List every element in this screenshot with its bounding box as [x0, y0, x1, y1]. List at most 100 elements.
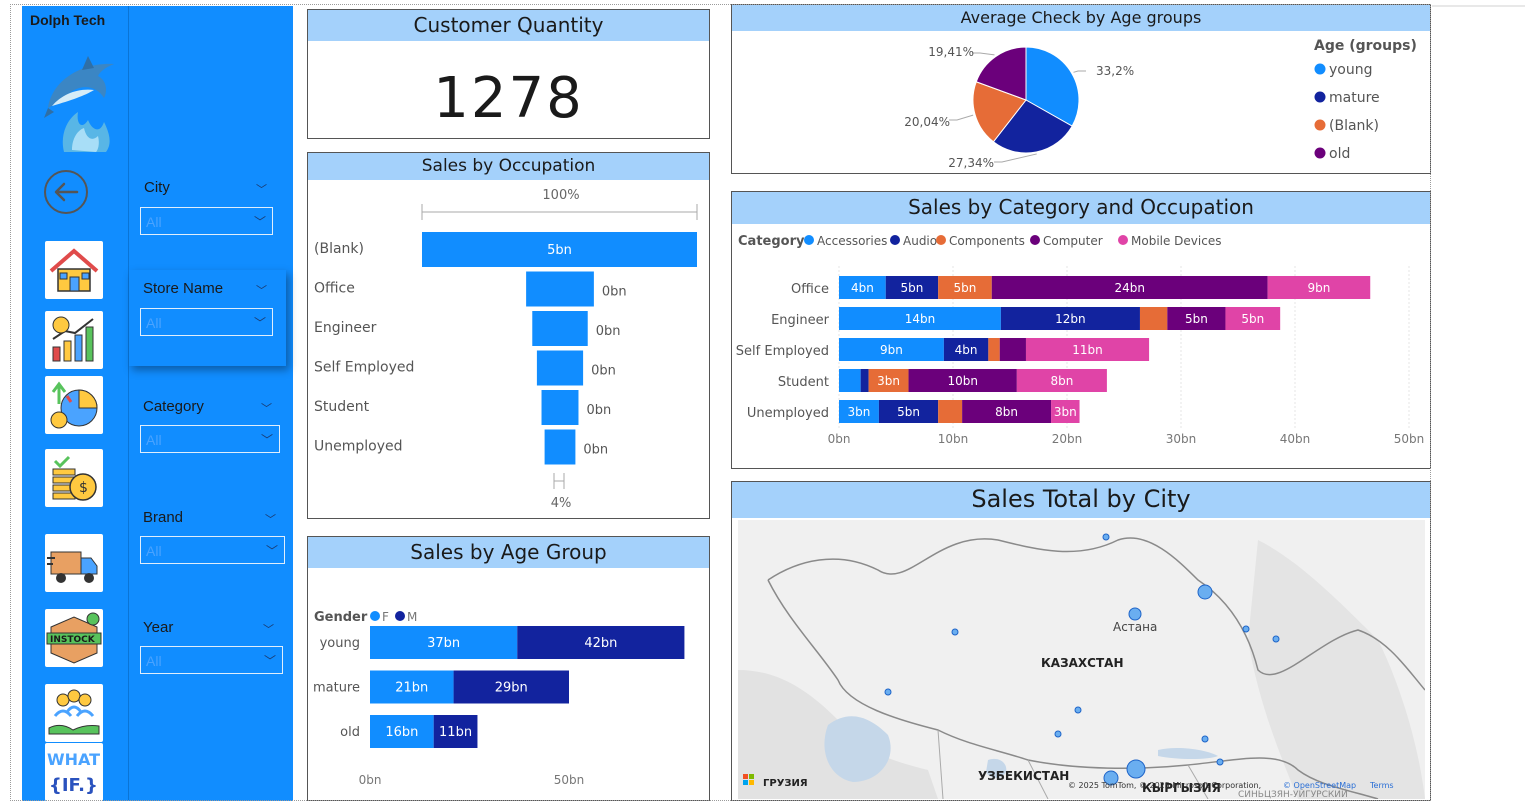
- sales-total-by-city-panel[interactable]: Sales Total by City Астана КАЗАХСТАН УЗБ…: [731, 481, 1431, 801]
- terms-link[interactable]: Terms: [1369, 781, 1394, 790]
- legend-label-mobile-devices[interactable]: Mobile Devices: [1131, 234, 1221, 248]
- legend-label-components[interactable]: Components: [949, 234, 1025, 248]
- occupation-bar[interactable]: [544, 429, 576, 465]
- category-bar-label: 4bn: [955, 343, 978, 357]
- city-bubble[interactable]: [1197, 584, 1213, 600]
- age-label-young: young: [320, 636, 360, 651]
- customer-quantity-card[interactable]: Customer Quantity 1278: [307, 9, 710, 139]
- chevron-down-icon[interactable]: ﹀: [265, 511, 276, 527]
- store-name-filter: Store Name ﹀: [143, 280, 267, 297]
- city-bubble[interactable]: [1128, 607, 1142, 621]
- year-dropdown[interactable]: All ﹀: [140, 646, 283, 674]
- city-map[interactable]: Астана КАЗАХСТАН УЗБЕКИСТАН КЫРГЫЗИЯ СИН…: [738, 520, 1425, 799]
- city-bubble[interactable]: [1126, 759, 1146, 779]
- legend-dot-accessories: [804, 235, 814, 245]
- delivery-truck-icon[interactable]: [45, 534, 103, 592]
- pie-slice-label: 27,34%: [948, 156, 994, 170]
- legend-label-accessories[interactable]: Accessories: [817, 234, 887, 248]
- city-dropdown[interactable]: All ﹀: [140, 207, 273, 235]
- legend-label-audio[interactable]: Audio: [903, 234, 937, 248]
- sales-by-occupation-panel[interactable]: Sales by Occupation 100% 4% (Blank) 5bn Of…: [307, 152, 710, 519]
- category-bar-label: 3bn: [877, 374, 900, 388]
- category-bar-segment[interactable]: [1139, 307, 1168, 330]
- occupation-label-unemployed: Unemployed: [747, 406, 829, 421]
- category-bar-label: 14bn: [905, 312, 936, 326]
- chevron-down-icon[interactable]: ﹀: [256, 181, 267, 197]
- pie-chart-icon[interactable]: [45, 376, 103, 434]
- category-bar-segment[interactable]: [839, 369, 861, 392]
- category-dropdown[interactable]: All ﹀: [140, 425, 280, 453]
- funnel-min-label: 4%: [551, 496, 572, 511]
- city-bubble[interactable]: [1054, 730, 1062, 738]
- instock-box-icon[interactable]: INSTOCK: [45, 609, 103, 667]
- customers-icon[interactable]: [45, 684, 103, 742]
- category-bar-segment[interactable]: [988, 338, 1000, 361]
- legend-label-m[interactable]: M: [407, 610, 417, 624]
- category-bar-label: 24bn: [1114, 281, 1145, 295]
- chevron-down-icon: ﹀: [253, 215, 266, 229]
- city-bubble[interactable]: [1272, 635, 1280, 643]
- city-bubble[interactable]: [1201, 735, 1209, 743]
- year-dropdown-value: All: [146, 653, 162, 669]
- occupation-label-self-employed: Self Employed: [314, 360, 414, 376]
- occupation-value-label: 0bn: [591, 364, 616, 379]
- chevron-down-icon[interactable]: ﹀: [256, 282, 267, 298]
- city-bubble[interactable]: [1216, 758, 1224, 766]
- pie-slice-label: 20,04%: [904, 115, 950, 129]
- age-label-mature: mature: [313, 681, 360, 696]
- occupation-bar[interactable]: [541, 390, 579, 425]
- occupation-bar[interactable]: [526, 271, 594, 307]
- average-check-panel[interactable]: Average Check by Age groups Age (groups)…: [731, 4, 1431, 174]
- occupation-bar[interactable]: [532, 311, 588, 346]
- chevron-down-icon: ﹀: [265, 544, 278, 558]
- city-dropdown-value: All: [146, 214, 162, 230]
- legend-label-blank[interactable]: (Blank): [1329, 118, 1379, 134]
- legend-label-mature[interactable]: mature: [1329, 90, 1380, 106]
- sales-by-category-occupation-panel[interactable]: Sales by Category and Occupation Categor…: [731, 191, 1431, 469]
- category-axis-tick: 10bn: [938, 432, 969, 446]
- category-axis-tick: 30bn: [1166, 432, 1197, 446]
- occupation-bar[interactable]: [536, 350, 584, 386]
- coins-icon[interactable]: $: [45, 449, 103, 507]
- city-bubble[interactable]: [1242, 625, 1250, 633]
- category-bar-segment[interactable]: [860, 369, 869, 392]
- sales-chart-icon[interactable]: [45, 311, 103, 369]
- category-legend-title: Category: [738, 234, 805, 249]
- legend-label-computer[interactable]: Computer: [1043, 234, 1103, 248]
- brand-dropdown[interactable]: All ﹀: [140, 536, 285, 564]
- category-bar-segment[interactable]: [938, 400, 963, 423]
- dashboard-page: Dolph Tech $ INSTOCK WHAT {IF.} City ﹀ A…: [0, 0, 1525, 803]
- category-bar-label: 5bn: [901, 281, 924, 295]
- dolphin-logo-icon: [42, 50, 122, 154]
- store-name-dropdown[interactable]: All ﹀: [140, 308, 273, 336]
- category-bar-segment[interactable]: [999, 338, 1026, 361]
- city-bubble[interactable]: [1102, 533, 1110, 541]
- openstreetmap-link[interactable]: © OpenStreetMap: [1283, 781, 1356, 790]
- legend-label-old[interactable]: old: [1329, 146, 1350, 162]
- pie-slice-label: 33,2%: [1096, 64, 1134, 78]
- category-bar-label: 11bn: [1072, 343, 1103, 357]
- chevron-down-icon[interactable]: ﹀: [261, 400, 272, 416]
- chevron-down-icon: ﹀: [253, 316, 266, 330]
- legend-dot-young: [1314, 63, 1326, 75]
- chevron-down-icon[interactable]: ﹀: [263, 621, 274, 637]
- age-bar-label: 29bn: [495, 681, 528, 696]
- city-map-canvas[interactable]: Астана КАЗАХСТАН УЗБЕКИСТАН КЫРГЫЗИЯ СИН…: [738, 520, 1425, 799]
- sales-by-age-group-panel[interactable]: Sales by Age Group Gender F Myoung 37bn 42b…: [307, 536, 710, 801]
- age-bar-label: 37bn: [427, 636, 460, 651]
- city-bubble[interactable]: [951, 628, 959, 636]
- occupation-label-unemployed: Unemployed: [314, 439, 403, 455]
- home-icon[interactable]: [45, 241, 103, 299]
- arrow-left-icon: [54, 182, 79, 202]
- pie-leader-line: [1073, 70, 1086, 73]
- what-if-icon[interactable]: WHAT {IF.}: [45, 743, 103, 801]
- sales-by-category-occupation-chart: Category Accessories Audio Components Compu…: [736, 234, 1424, 446]
- age-axis-tick: 50bn: [554, 773, 585, 787]
- city-bubble[interactable]: [1074, 706, 1082, 714]
- legend-label-young[interactable]: young: [1329, 62, 1372, 78]
- category-bar-label: 5bn: [1185, 312, 1208, 326]
- occupation-value-label: 0bn: [583, 443, 608, 458]
- city-bubble[interactable]: [884, 688, 892, 696]
- back-button[interactable]: [44, 170, 88, 214]
- legend-label-f[interactable]: F: [382, 610, 389, 624]
